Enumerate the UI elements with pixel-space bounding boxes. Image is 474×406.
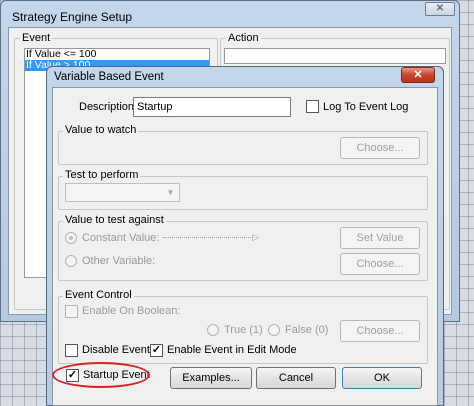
startup-event-highlight-ring (52, 362, 150, 388)
value-divider (163, 237, 253, 238)
outer-window-title: Strategy Engine Setup (12, 10, 133, 24)
log-to-event-log-label: Log To Event Log (323, 101, 409, 113)
false-label: False (0) (285, 324, 329, 336)
event-group-label: Event (20, 32, 53, 44)
action-group-label: Action (226, 32, 261, 44)
arrow-right-icon: ▷ (252, 232, 259, 242)
disable-event-checkbox[interactable] (65, 344, 78, 357)
description-input[interactable]: Startup (133, 97, 291, 117)
log-to-event-log-checkbox[interactable] (306, 100, 319, 113)
set-value-button[interactable]: Set Value (340, 227, 420, 249)
value-to-watch-label: Value to watch (63, 124, 139, 136)
dialog-close-button[interactable]: ✕ (401, 67, 435, 83)
true-label: True (1) (224, 324, 263, 336)
value-to-test-against-label: Value to test against (63, 214, 166, 226)
ok-button[interactable]: OK (342, 367, 422, 389)
chevron-down-icon: ▼ (166, 188, 175, 197)
examples-button[interactable]: Examples... (170, 367, 252, 389)
disable-event-label: Disable Event (82, 344, 150, 356)
false-radio[interactable] (268, 324, 280, 336)
true-radio[interactable] (207, 324, 219, 336)
enable-on-boolean-choose-button[interactable]: Choose... (340, 320, 420, 342)
constant-value-radio[interactable] (65, 232, 77, 244)
cancel-button[interactable]: Cancel (256, 367, 336, 389)
enable-on-boolean-label: Enable On Boolean: (82, 305, 181, 317)
enable-on-boolean-checkbox[interactable] (65, 305, 78, 318)
value-to-watch-choose-button[interactable]: Choose... (340, 137, 420, 159)
event-control-label: Event Control (63, 289, 134, 301)
other-variable-choose-button[interactable]: Choose... (340, 253, 420, 275)
action-list[interactable] (224, 48, 446, 64)
constant-value-label: Constant Value: (82, 232, 160, 244)
enable-event-edit-mode-checkbox[interactable]: ✓ (150, 344, 163, 357)
enable-event-edit-mode-label: Enable Event in Edit Mode (167, 344, 297, 356)
dialog-title: Variable Based Event (54, 71, 164, 83)
description-label: Description: (79, 101, 138, 113)
outer-close-button[interactable]: ✕ (425, 2, 455, 16)
test-to-perform-label: Test to perform (63, 169, 141, 181)
other-variable-label: Other Variable: (82, 255, 156, 267)
other-variable-radio[interactable] (65, 255, 77, 267)
test-to-perform-select[interactable]: ▼ (65, 183, 180, 202)
